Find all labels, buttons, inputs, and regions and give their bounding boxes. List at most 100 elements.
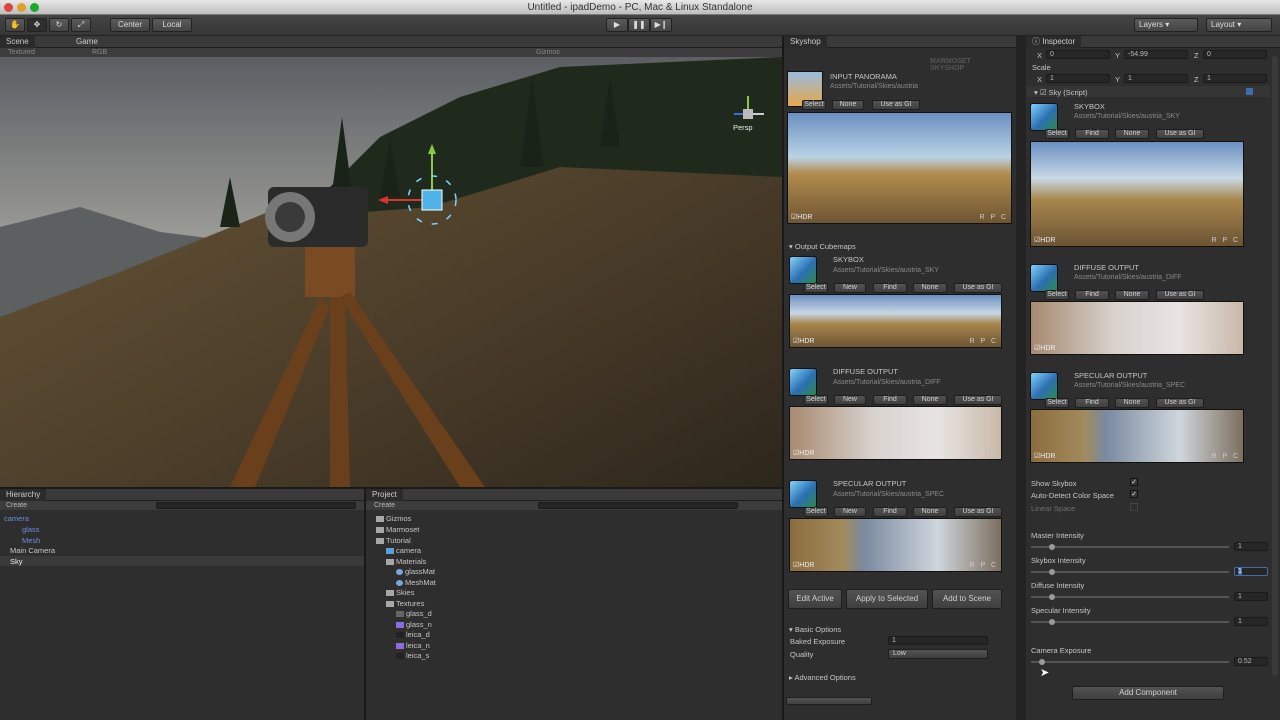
tab-skyshop[interactable]: Skyshop xyxy=(784,36,827,48)
rpc-toggles[interactable]: R P C xyxy=(1211,345,1240,352)
show-skybox-checkbox[interactable]: ✓ xyxy=(1130,478,1138,486)
project-item-leica-s[interactable]: leica_s xyxy=(396,651,429,660)
diffuse-cube-icon[interactable] xyxy=(789,368,817,396)
input-none-button[interactable]: None xyxy=(832,100,864,110)
skybox-none-button[interactable]: None xyxy=(913,283,947,293)
layers-dropdown[interactable]: Layers ▾ xyxy=(1134,18,1198,32)
inspector-skybox-none-button[interactable]: None xyxy=(1115,129,1149,139)
rpc-toggles[interactable]: R P C xyxy=(1211,453,1240,460)
rotate-tool-icon[interactable]: ↻ xyxy=(49,18,69,32)
move-tool-icon[interactable]: ✥ xyxy=(27,18,47,32)
panel-divider[interactable] xyxy=(1016,36,1026,720)
step-icon[interactable]: ▶❙ xyxy=(650,18,672,32)
skybox-use-gi-button[interactable]: Use as GI xyxy=(954,283,1002,293)
edit-active-button[interactable]: Edit Active xyxy=(788,589,842,609)
panel-divider[interactable] xyxy=(0,487,782,489)
pause-icon[interactable]: ❚❚ xyxy=(628,18,650,32)
inspector-skybox-cube-icon[interactable] xyxy=(1030,103,1058,131)
specular-new-button[interactable]: New xyxy=(834,507,866,517)
specular-use-gi-button[interactable]: Use as GI xyxy=(954,507,1002,517)
tab-game[interactable]: Game xyxy=(70,36,104,48)
panel-divider[interactable] xyxy=(782,36,784,720)
diffuse-select-button[interactable]: Select xyxy=(804,395,828,405)
inspector-diffuse-cube-icon[interactable] xyxy=(1030,264,1058,292)
slider-knob[interactable] xyxy=(1049,619,1055,625)
specular-intensity-field[interactable]: 1 xyxy=(1234,617,1268,626)
hdr-checkbox[interactable]: ☑HDR xyxy=(1034,452,1055,460)
advanced-options-foldout[interactable]: ▸ Advanced Options xyxy=(789,673,856,682)
hdr-checkbox[interactable]: ☑HDR xyxy=(793,561,814,569)
project-item-leica-n[interactable]: leica_n xyxy=(396,641,430,650)
inspector-specular-select-button[interactable]: Select xyxy=(1045,398,1069,408)
rpc-toggles[interactable]: R P C xyxy=(1211,237,1240,244)
inspector-scrollbar[interactable] xyxy=(1272,56,1278,676)
render-mode-dropdown[interactable]: Textured xyxy=(8,49,35,56)
inspector-specular-find-button[interactable]: Find xyxy=(1075,398,1109,408)
play-icon[interactable]: ▶ xyxy=(606,18,628,32)
rpc-toggles[interactable]: R P C xyxy=(969,562,998,569)
linear-space-checkbox[interactable] xyxy=(1130,503,1138,511)
master-intensity-slider[interactable] xyxy=(1031,544,1229,550)
project-folder-gizmos[interactable]: Gizmos xyxy=(376,514,411,523)
baked-exposure-field[interactable]: 1 xyxy=(888,636,988,645)
scale-x-field[interactable]: 1 xyxy=(1046,74,1110,83)
hierarchy-item-glass[interactable]: glass xyxy=(22,525,40,534)
skybox-cube-icon[interactable] xyxy=(789,256,817,284)
slider-knob[interactable] xyxy=(1049,594,1055,600)
project-folder-marmoset[interactable]: Marmoset xyxy=(376,525,419,534)
skybox-find-button[interactable]: Find xyxy=(873,283,907,293)
tab-hierarchy[interactable]: Hierarchy xyxy=(0,489,47,501)
diffuse-find-button[interactable]: Find xyxy=(873,395,907,405)
specular-select-button[interactable]: Select xyxy=(804,507,828,517)
diffuse-new-button[interactable]: New xyxy=(834,395,866,405)
apply-to-selected-button[interactable]: Apply to Selected xyxy=(846,589,928,609)
rotation-z-field[interactable]: 0 xyxy=(1203,50,1267,59)
tab-scene[interactable]: Scene xyxy=(0,36,35,48)
inspector-diffuse-select-button[interactable]: Select xyxy=(1045,290,1069,300)
skyshop-footer-button[interactable] xyxy=(786,697,872,705)
layout-dropdown[interactable]: Layout ▾ xyxy=(1206,18,1272,32)
diffuse-use-gi-button[interactable]: Use as GI xyxy=(954,395,1002,405)
scale-tool-icon[interactable]: ⤢ xyxy=(71,18,91,32)
rotation-y-field[interactable]: -54.99 xyxy=(1124,50,1188,59)
camera-exposure-slider[interactable] xyxy=(1031,659,1229,665)
inspector-specular-cube-icon[interactable] xyxy=(1030,372,1058,400)
scale-z-field[interactable]: 1 xyxy=(1203,74,1267,83)
inspector-skybox-find-button[interactable]: Find xyxy=(1075,129,1109,139)
project-folder-materials[interactable]: Materials xyxy=(386,557,426,566)
skybox-intensity-field[interactable]: 1 xyxy=(1234,567,1268,576)
skybox-select-button[interactable]: Select xyxy=(804,283,828,293)
diffuse-intensity-field[interactable]: 1 xyxy=(1234,592,1268,601)
camera-exposure-field[interactable]: 0.52 xyxy=(1234,657,1268,666)
add-component-button[interactable]: Add Component xyxy=(1072,686,1224,700)
auto-detect-checkbox[interactable]: ✓ xyxy=(1130,490,1138,498)
rpc-toggles[interactable]: R P C xyxy=(969,338,998,345)
project-item-glassmat[interactable]: glassMat xyxy=(396,567,435,576)
inspector-skybox-use-gi-button[interactable]: Use as GI xyxy=(1156,129,1204,139)
slider-knob[interactable] xyxy=(1039,659,1045,665)
hierarchy-item-mesh[interactable]: Mesh xyxy=(22,536,40,545)
basic-options-foldout[interactable]: ▾ Basic Options xyxy=(789,625,841,634)
hdr-checkbox[interactable]: ☑HDR xyxy=(1034,344,1055,352)
specular-none-button[interactable]: None xyxy=(913,507,947,517)
slider-knob[interactable] xyxy=(1049,569,1055,575)
skybox-new-button[interactable]: New xyxy=(834,283,866,293)
inspector-diffuse-none-button[interactable]: None xyxy=(1115,290,1149,300)
project-item-camera[interactable]: camera xyxy=(386,546,421,555)
channel-dropdown[interactable]: RGB xyxy=(92,49,107,56)
hand-tool-icon[interactable]: ✋ xyxy=(5,18,25,32)
diffuse-intensity-slider[interactable] xyxy=(1031,594,1229,600)
scale-y-field[interactable]: 1 xyxy=(1124,74,1188,83)
project-folder-skies[interactable]: Skies xyxy=(386,588,414,597)
hierarchy-item-main-camera[interactable]: Main Camera xyxy=(10,546,55,555)
output-cubemaps-foldout[interactable]: ▾ Output Cubemaps xyxy=(789,242,856,251)
project-create-dropdown[interactable]: Create xyxy=(374,502,395,509)
inspector-skybox-select-button[interactable]: Select xyxy=(1045,129,1069,139)
rotation-x-field[interactable]: 0 xyxy=(1046,50,1110,59)
pivot-local-button[interactable]: Local xyxy=(152,18,192,32)
scene-viewport[interactable]: Persp xyxy=(0,57,782,487)
sky-script-header[interactable]: ▾ ☑ Sky (Script) xyxy=(1026,86,1270,97)
inspector-diffuse-find-button[interactable]: Find xyxy=(1075,290,1109,300)
panel-divider[interactable] xyxy=(364,489,366,720)
rpc-toggles[interactable]: R P C xyxy=(969,450,998,457)
